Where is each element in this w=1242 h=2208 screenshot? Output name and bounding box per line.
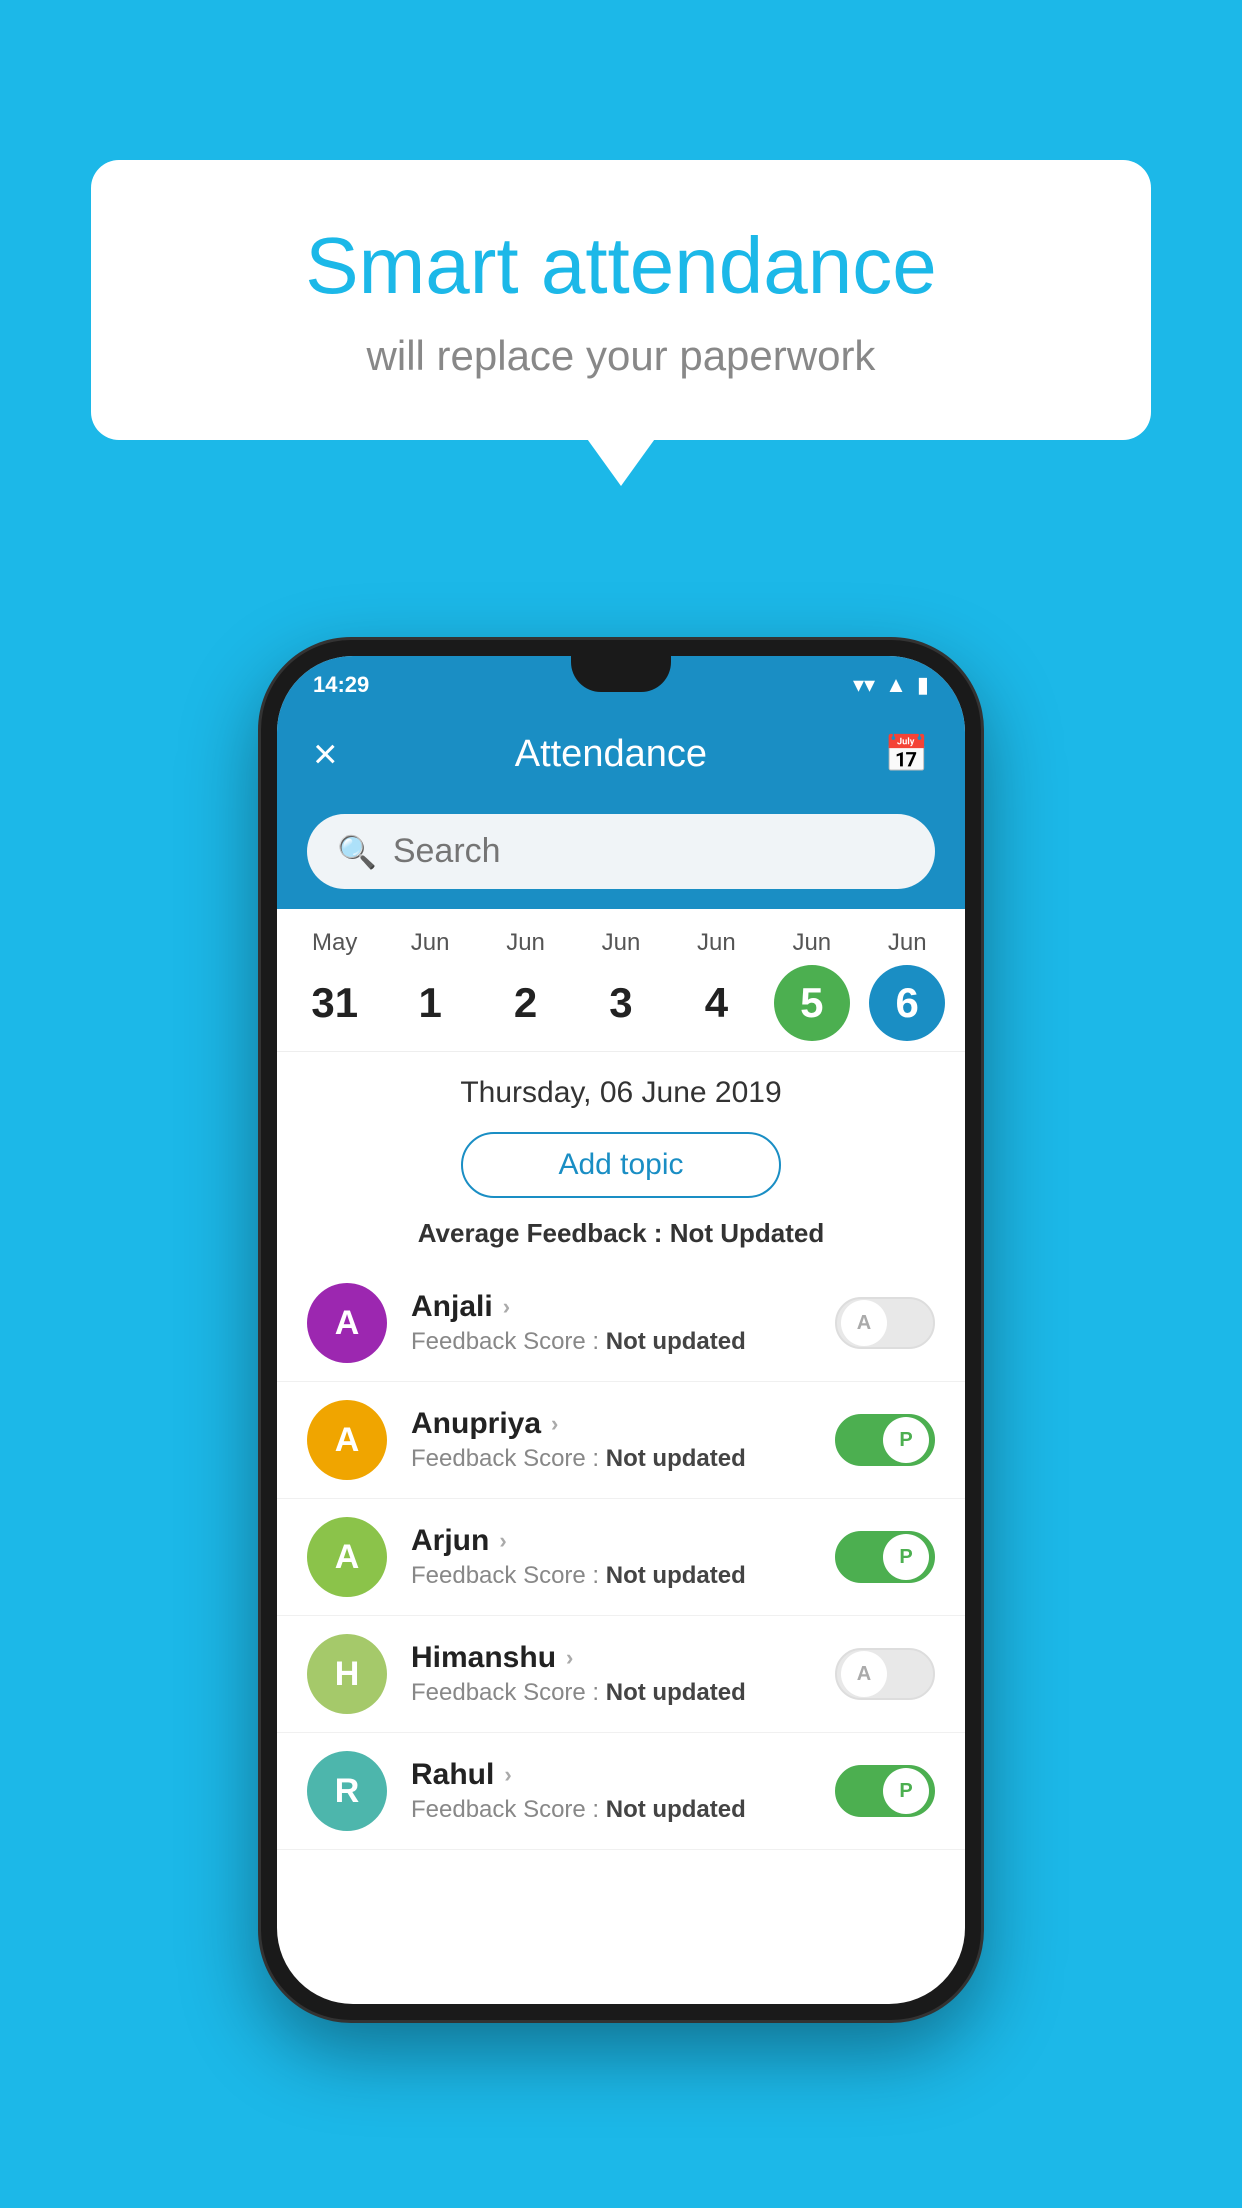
- student-name: Himanshu ›: [411, 1641, 811, 1675]
- chevron-icon: ›: [566, 1645, 573, 1671]
- toggle-knob: A: [841, 1651, 887, 1697]
- date-display: Thursday, 06 June 2019: [277, 1052, 965, 1120]
- calendar-day[interactable]: Jun 1: [392, 929, 468, 1041]
- calendar-day[interactable]: Jun 2: [488, 929, 564, 1041]
- phone-screen: 14:29 ▾▾ ▲ ▮ × Attendance 📅 🔍: [277, 656, 965, 2004]
- student-feedback: Feedback Score : Not updated: [411, 1679, 811, 1707]
- background: Smart attendance will replace your paper…: [0, 0, 1242, 2208]
- student-info: Arjun › Feedback Score : Not updated: [411, 1524, 811, 1590]
- avg-feedback-label: Average Feedback :: [418, 1218, 670, 1248]
- student-item[interactable]: A Arjun › Feedback Score : Not updated P: [277, 1499, 965, 1616]
- calendar-day[interactable]: Jun 4: [678, 929, 754, 1041]
- toggle-knob: P: [883, 1534, 929, 1580]
- add-topic-button[interactable]: Add topic: [461, 1132, 781, 1198]
- day-number: 1: [392, 965, 468, 1041]
- student-feedback: Feedback Score : Not updated: [411, 1796, 811, 1824]
- status-time: 14:29: [313, 672, 369, 698]
- avatar: A: [307, 1517, 387, 1597]
- day-number: 31: [297, 965, 373, 1041]
- speech-bubble-subtitle: will replace your paperwork: [171, 332, 1071, 380]
- search-icon: 🔍: [337, 833, 377, 871]
- toggle-knob: A: [841, 1300, 887, 1346]
- day-number: 5: [774, 965, 850, 1041]
- student-info: Anupriya › Feedback Score : Not updated: [411, 1407, 811, 1473]
- student-item[interactable]: R Rahul › Feedback Score : Not updated P: [277, 1733, 965, 1850]
- search-bar-wrap: 🔍: [277, 798, 965, 909]
- day-number: 6: [869, 965, 945, 1041]
- month-label: Jun: [697, 929, 736, 957]
- student-name: Arjun ›: [411, 1524, 811, 1558]
- app-title: Attendance: [515, 733, 707, 776]
- avatar: H: [307, 1634, 387, 1714]
- avatar: A: [307, 1400, 387, 1480]
- chevron-icon: ›: [499, 1528, 506, 1554]
- calendar-day[interactable]: Jun 3: [583, 929, 659, 1041]
- wifi-icon: ▾▾: [853, 672, 875, 698]
- month-label: Jun: [792, 929, 831, 957]
- day-number: 4: [678, 965, 754, 1041]
- student-name: Rahul ›: [411, 1758, 811, 1792]
- attendance-toggle[interactable]: A: [835, 1648, 935, 1700]
- phone-frame: 14:29 ▾▾ ▲ ▮ × Attendance 📅 🔍: [261, 640, 981, 2020]
- app-header: × Attendance 📅: [277, 710, 965, 798]
- calendar-day[interactable]: May 31: [297, 929, 373, 1041]
- student-item[interactable]: A Anjali › Feedback Score : Not updated …: [277, 1265, 965, 1382]
- speech-bubble: Smart attendance will replace your paper…: [91, 160, 1151, 440]
- month-label: May: [312, 929, 357, 957]
- month-label: Jun: [411, 929, 450, 957]
- speech-bubble-title: Smart attendance: [171, 220, 1071, 312]
- chevron-icon: ›: [504, 1762, 511, 1788]
- notch: [571, 656, 671, 692]
- attendance-toggle[interactable]: P: [835, 1414, 935, 1466]
- status-bar: 14:29 ▾▾ ▲ ▮: [277, 656, 965, 710]
- student-info: Anjali › Feedback Score : Not updated: [411, 1290, 811, 1356]
- close-button[interactable]: ×: [313, 730, 338, 778]
- month-label: Jun: [506, 929, 545, 957]
- search-bar: 🔍: [307, 814, 935, 889]
- calendar-day[interactable]: Jun 6: [869, 929, 945, 1041]
- attendance-toggle[interactable]: P: [835, 1531, 935, 1583]
- day-number: 3: [583, 965, 659, 1041]
- month-label: Jun: [602, 929, 641, 957]
- student-item[interactable]: A Anupriya › Feedback Score : Not update…: [277, 1382, 965, 1499]
- student-feedback: Feedback Score : Not updated: [411, 1562, 811, 1590]
- calendar-icon[interactable]: 📅: [884, 733, 929, 775]
- calendar-day[interactable]: Jun 5: [774, 929, 850, 1041]
- day-number: 2: [488, 965, 564, 1041]
- search-input[interactable]: [393, 832, 905, 871]
- student-item[interactable]: H Himanshu › Feedback Score : Not update…: [277, 1616, 965, 1733]
- avg-feedback-value: Not Updated: [670, 1218, 825, 1248]
- status-icons: ▾▾ ▲ ▮: [853, 672, 929, 698]
- avatar: R: [307, 1751, 387, 1831]
- student-name: Anjali ›: [411, 1290, 811, 1324]
- student-name: Anupriya ›: [411, 1407, 811, 1441]
- attendance-toggle[interactable]: A: [835, 1297, 935, 1349]
- signal-icon: ▲: [885, 672, 907, 698]
- student-feedback: Feedback Score : Not updated: [411, 1328, 811, 1356]
- avatar: A: [307, 1283, 387, 1363]
- student-info: Rahul › Feedback Score : Not updated: [411, 1758, 811, 1824]
- toggle-knob: P: [883, 1417, 929, 1463]
- avg-feedback: Average Feedback : Not Updated: [277, 1210, 965, 1265]
- attendance-toggle[interactable]: P: [835, 1765, 935, 1817]
- student-feedback: Feedback Score : Not updated: [411, 1445, 811, 1473]
- student-info: Himanshu › Feedback Score : Not updated: [411, 1641, 811, 1707]
- student-list: A Anjali › Feedback Score : Not updated …: [277, 1265, 965, 2004]
- month-label: Jun: [888, 929, 927, 957]
- chevron-icon: ›: [551, 1411, 558, 1437]
- calendar-strip: May 31 Jun 1 Jun 2 Jun 3 Jun 4 Jun 5 Jun…: [277, 909, 965, 1052]
- chevron-icon: ›: [503, 1294, 510, 1320]
- toggle-knob: P: [883, 1768, 929, 1814]
- battery-icon: ▮: [917, 672, 929, 698]
